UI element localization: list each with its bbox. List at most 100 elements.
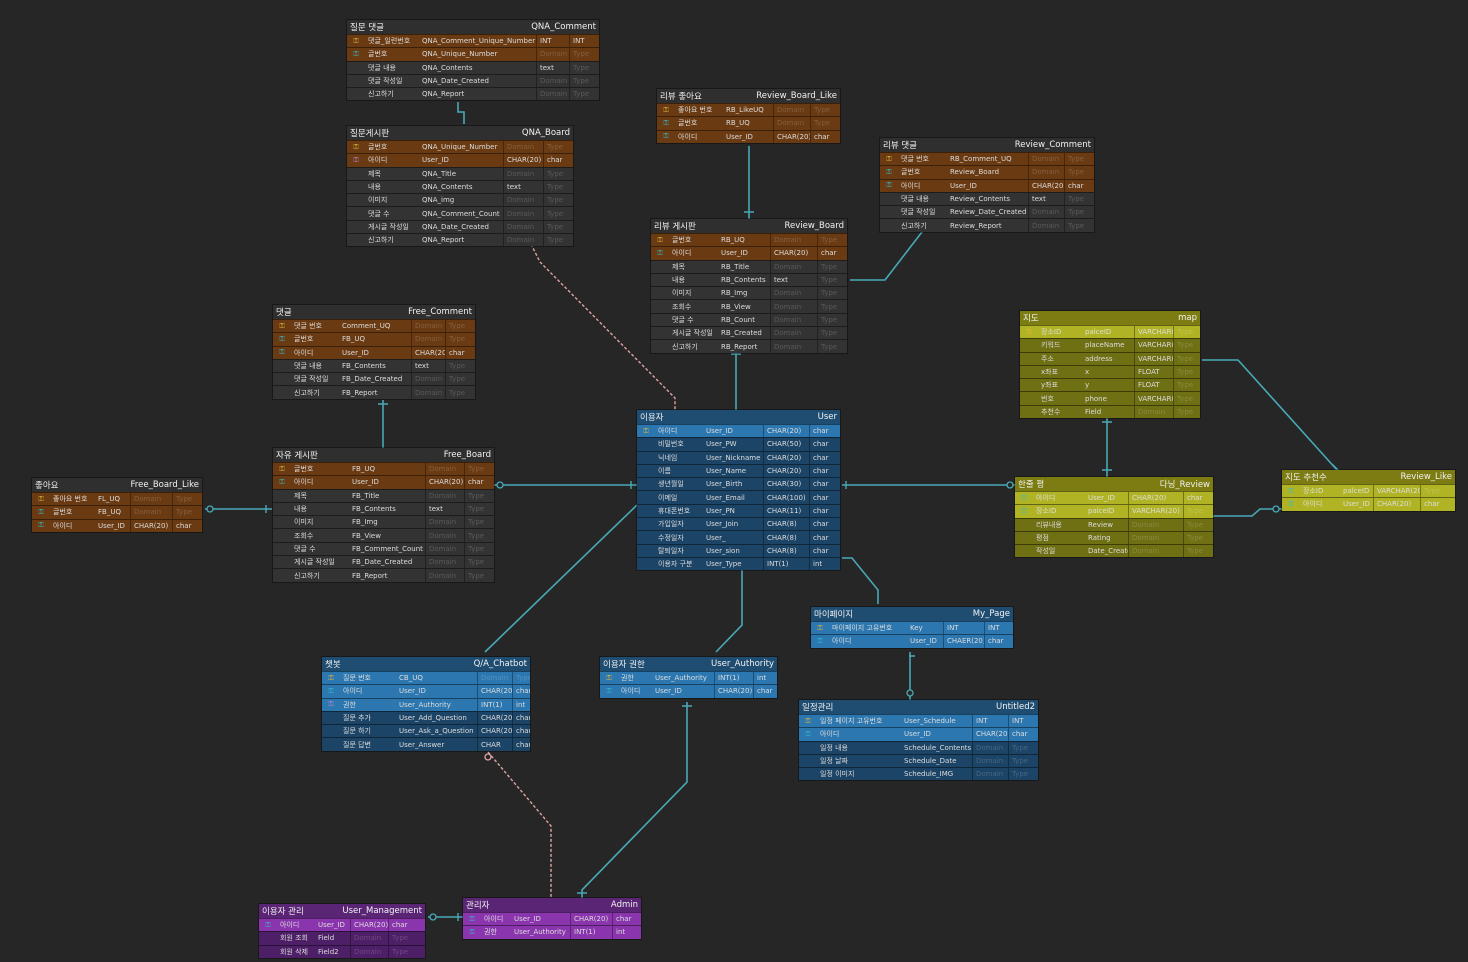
table-row[interactable]: ⚿아이디User_IDCHAR(20)char — [273, 475, 494, 489]
table-row[interactable]: 신고하기 FB_Report Domain Type — [273, 568, 494, 582]
table-row[interactable]: 내용 QNA_Contents text Type — [347, 179, 573, 194]
table-row[interactable]: ⚿ 마이페이지 고유번호 Key INT INT — [811, 621, 1013, 635]
table-review-like[interactable]: 지도 추천수 Review_Like ⚿ 장소ID palceIDVARCHAR(20)… — [1282, 470, 1455, 511]
table-row[interactable]: 신고하기 FB_Report Domain Type — [273, 385, 475, 399]
table-row[interactable]: 이용자 구분 User_Type INT(1) int — [637, 556, 840, 571]
table-row[interactable]: 댓글 수 QNA_Comment_Count Domain Type — [347, 206, 573, 220]
table-row[interactable]: 댓글 수 FB_Comment_Count Domain Type — [273, 541, 494, 556]
table-row[interactable]: 회원 조회 Field Domain Type — [259, 931, 425, 945]
table-row[interactable]: 이미지 QNA_img Domain Type — [347, 193, 573, 207]
table-row[interactable]: 수정일자 User_ CHAR(8) char — [637, 530, 840, 544]
table-row[interactable]: 이메일 User_Email CHAR(100) char — [637, 490, 840, 504]
table-chatbot[interactable]: 챗봇 Q/A_Chatbot ⚿ 질문 번호 CB_UQ DomainType ⚿ 아이디 Us… — [322, 657, 530, 751]
table-row[interactable]: 질문 하기 User_Ask_a_Question CHAR(20) char — [322, 724, 530, 738]
table-row[interactable]: 신고하기 QNA_Report Domain Type — [347, 87, 599, 101]
table-user-management[interactable]: 이용자 관리 User_Management ⚿ 아이디 User_ID CHAR(20)… — [259, 904, 425, 958]
table-row[interactable]: 제목 FB_Title Domain Type — [273, 488, 494, 502]
table-row[interactable]: ⚿ 좋아요 번호 FL_UQ Domain Type — [32, 492, 202, 506]
table-row[interactable]: ⚿아이디User_IDCHAR(20)char — [322, 684, 530, 698]
table-row[interactable]: 비밀번호 User_PW CHAR(50) char — [637, 437, 840, 451]
table-header[interactable]: 질문게시판 QNA_Board — [347, 126, 573, 140]
table-row[interactable]: 평점 Rating Domain Type — [1015, 530, 1213, 545]
table-header[interactable]: 지도 map — [1020, 311, 1200, 325]
table-row[interactable]: ⚿장소IDpalceIDVARCHAR(20)Type — [1020, 325, 1200, 339]
table-row[interactable]: 게시글 작성일 RB_Created Domain Type — [651, 326, 847, 340]
table-row[interactable]: 신고하기 Review_Report Domain Type — [880, 218, 1094, 232]
table-row[interactable]: ⚿아이디User_IDCHAR(20)char — [259, 918, 425, 932]
table-row[interactable]: 제목 QNA_Title Domain Type — [347, 166, 573, 180]
table-row[interactable]: 일정 이미지 Schedule_IMG Domain Type — [799, 767, 1038, 781]
table-header[interactable]: 댓글 Free_Comment — [273, 305, 475, 319]
table-row[interactable]: 가입일자 User_Join CHAR(8) char — [637, 517, 840, 531]
table-qna-comment[interactable]: 질문 댓글 QNA_Comment ⚿ 댓글_일련번호 QNA_Comment_Uniq… — [347, 20, 599, 101]
table-row[interactable]: ⚿아이디User_IDCHAR(20)char — [463, 912, 641, 926]
table-row[interactable]: 키워드 placeName VARCHAR(20)Type — [1020, 338, 1200, 352]
table-row[interactable]: ⚿아이디User_IDCHAR(20)char — [799, 727, 1038, 741]
table-row[interactable]: 제목 RB_Title Domain Type — [651, 259, 847, 273]
table-admin[interactable]: 관리자 Admin ⚿ 아이디 User_ID CHAR(20) char ⚿ 권한 User_A… — [463, 898, 641, 939]
table-row[interactable]: 이미지 RB_Img Domain Type — [651, 286, 847, 300]
table-header[interactable]: 리뷰 좋아요 Review_Board_Like — [657, 89, 840, 103]
table-row[interactable]: ⚿ 권한 User_Authority INT(1) int — [322, 697, 530, 711]
table-row[interactable]: ⚿아이디User_IDCHAR(20)char — [1015, 491, 1213, 505]
table-row[interactable]: ⚿아이디User_IDCHAR(20)char — [880, 178, 1094, 192]
table-user-authority[interactable]: 이용자 권한 User_Authority ⚿ 권한 User_Authority INT… — [600, 657, 777, 698]
table-row[interactable]: ⚿ 댓글 번호 RB_Comment_UQ Domain Type — [880, 152, 1094, 166]
table-row[interactable]: 휴대폰번호 User_PN CHAR(11) char — [637, 503, 840, 518]
table-header[interactable]: 이용자 User — [637, 410, 840, 424]
table-row[interactable]: ⚿ 글번호 RB_UQ Domain Type — [657, 116, 840, 130]
table-qna-board[interactable]: 질문게시판 QNA_Board ⚿ 글번호 QNA_Unique_Number Domai… — [347, 126, 573, 247]
table-row[interactable]: ⚿아이디User_IDCHAR(20)char — [637, 424, 840, 438]
table-row[interactable]: ⚿ 권한 User_Authority INT(1) int — [463, 925, 641, 939]
table-row[interactable]: 일정 날짜 Schedule_Date Domain Type — [799, 753, 1038, 768]
table-header[interactable]: 리뷰 게시판 Review_Board — [651, 219, 847, 233]
table-free-board-like[interactable]: 좋아요 Free_Board_Like ⚿ 좋아요 번호 FL_UQ Domain Type… — [32, 478, 202, 532]
table-row[interactable]: x좌표 x FLOAT Type — [1020, 364, 1200, 379]
table-row[interactable]: 게시글 작성일 FB_Date_Created Domain Type — [273, 555, 494, 569]
table-row[interactable]: 신고하기 RB_Report Domain Type — [651, 339, 847, 353]
table-row[interactable]: ⚿아이디User_IDCHAR(20)char — [32, 518, 202, 532]
table-row[interactable]: ⚿장소IDpalceIDVARCHAR(20)Type — [1282, 484, 1455, 498]
table-row[interactable]: 질문 답변 User_Answer CHAR char — [322, 737, 530, 751]
table-row[interactable]: ⚿ 일정 페이지 고유번호 User_Schedule INT INT — [799, 714, 1038, 728]
table-review-comment[interactable]: 리뷰 댓글 Review_Comment ⚿ 댓글 번호 RB_Comment_UQ Do… — [880, 138, 1094, 232]
table-row[interactable]: 탈퇴일자 User_sion CHAR(8) char — [637, 543, 840, 557]
table-row[interactable]: ⚿ 좋아요 번호 RB_LikeUQ Domain Type — [657, 103, 840, 117]
table-row[interactable]: 이미지 FB_Img Domain Type — [273, 515, 494, 529]
table-row[interactable]: 주소 address VARCHAR(20)Type — [1020, 351, 1200, 365]
table-row[interactable]: ⚿ 글번호 RB_UQ Domain Type — [651, 233, 847, 247]
table-row[interactable]: 이름 User_Name CHAR(20) char — [637, 463, 840, 478]
table-dining-review[interactable]: 한줄 평 다닝_Review ⚿ 아이디 User_ID CHAR(20) char ⚿ 장소I… — [1015, 477, 1213, 558]
table-row[interactable]: 조회수 RB_View Domain Type — [651, 299, 847, 313]
table-header[interactable]: 챗봇 Q/A_Chatbot — [322, 657, 530, 671]
table-row[interactable]: ⚿아이디User_IDCHAR(20)char — [347, 153, 573, 167]
table-row[interactable]: ⚿아이디User_IDCHAR(20)char — [657, 129, 840, 143]
table-row[interactable]: ⚿아이디User_IDCHAR(20)char — [1282, 497, 1455, 511]
table-row[interactable]: ⚿아이디User_IDCHAR(20)char — [273, 345, 475, 359]
table-row[interactable]: 작성일 Date_CreatedDomainType — [1015, 544, 1213, 558]
table-row[interactable]: 댓글 작성일 QNA_Date_Created Domain Type — [347, 73, 599, 88]
table-row[interactable]: ⚿ 글번호 FB_UQ Domain Type — [273, 462, 494, 476]
table-row[interactable]: 댓글 내용 QNA_Contents text Type — [347, 60, 599, 74]
table-row[interactable]: ⚿장소IDpalceIDVARCHAR(20)Type — [1015, 504, 1213, 518]
table-my-page[interactable]: 마이페이지 My_Page ⚿ 마이페이지 고유번호 Key INT INT ⚿ 아이디 User… — [811, 607, 1013, 648]
table-header[interactable]: 이용자 관리 User_Management — [259, 904, 425, 918]
table-row[interactable]: 생년월일 User_Birth CHAR(30) char — [637, 477, 840, 491]
table-row[interactable]: 질문 추가 User_Add_Question CHAR(20) char — [322, 710, 530, 725]
table-row[interactable]: ⚿ 글번호 FB_UQ Domain Type — [32, 505, 202, 519]
table-header[interactable]: 한줄 평 다닝_Review — [1015, 477, 1213, 491]
table-row[interactable]: 댓글 내용 FB_Contents text Type — [273, 358, 475, 373]
table-row[interactable]: ⚿ 아이디 User_ID CHAER(20) char — [811, 634, 1013, 648]
table-map[interactable]: 지도map⚿장소IDpalceIDVARCHAR(20)Type키워드place… — [1020, 311, 1200, 419]
table-row[interactable]: 댓글 수 RB_Count Domain Type — [651, 312, 847, 327]
table-user[interactable]: 이용자 User ⚿ 아이디 User_ID CHAR(20) char 비밀번호 User_P… — [637, 410, 840, 571]
table-header[interactable]: 좋아요 Free_Board_Like — [32, 478, 202, 492]
table-row[interactable]: 일정 내용 Schedule_Contents Domain Type — [799, 740, 1038, 754]
table-row[interactable]: 추천수 Field Domain Type — [1020, 404, 1200, 419]
table-row[interactable]: 댓글 작성일 Review_Date_Created Domain Type — [880, 205, 1094, 219]
table-header[interactable]: 마이페이지 My_Page — [811, 607, 1013, 621]
table-row[interactable]: ⚿ 댓글_일련번호 QNA_Comment_Unique_Number INT INT — [347, 34, 599, 48]
table-review-board[interactable]: 리뷰 게시판 Review_Board ⚿ 글번호 RB_UQ Domain Type ⚿ 아이… — [651, 219, 847, 353]
table-header[interactable]: 자유 게시판 Free_Board — [273, 448, 494, 462]
table-row[interactable]: ⚿ 글번호 QNA_Unique_Number Domain Type — [347, 47, 599, 61]
